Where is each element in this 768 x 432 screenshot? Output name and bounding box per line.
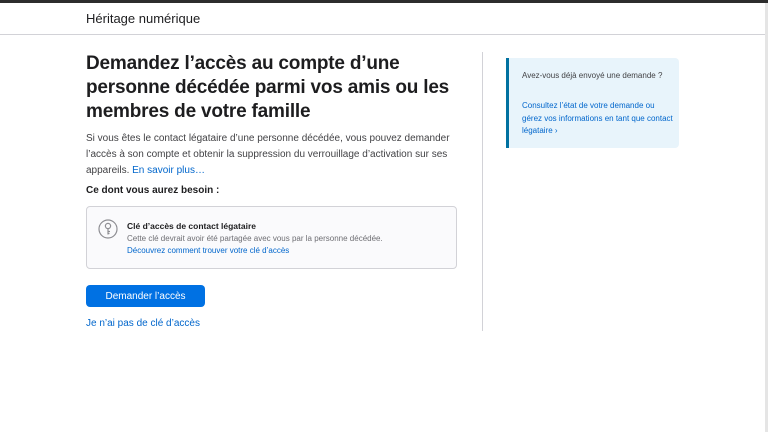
- learn-more-link[interactable]: En savoir plus…: [132, 165, 205, 176]
- needs-label: Ce dont vous aurez besoin :: [86, 185, 220, 196]
- key-card-title: Clé d’accès de contact légataire: [127, 221, 256, 231]
- page-title: Demandez l’accès au compte d’une personn…: [86, 53, 450, 122]
- header-title: Héritage numérique: [86, 11, 201, 26]
- find-key-link[interactable]: Découvrez comment trouver votre clé d’ac…: [127, 246, 289, 255]
- request-access-button[interactable]: Demander l’accès: [86, 285, 205, 307]
- key-icon: [98, 219, 118, 239]
- no-access-key-link[interactable]: Je n’ai pas de clé d’accès: [86, 318, 200, 329]
- access-key-card: Clé d’accès de contact légataire Cette c…: [86, 206, 457, 269]
- column-divider: [482, 52, 483, 331]
- request-status-link[interactable]: Consultez l’état de votre demande ou gér…: [522, 100, 674, 138]
- key-card-description: Cette clé devrait avoir été partagée ave…: [127, 234, 383, 243]
- page-header: Héritage numérique: [0, 3, 765, 35]
- main-content: Demandez l’accès au compte d’une personn…: [86, 52, 458, 329]
- intro-paragraph: Si vous êtes le contact légataire d’une …: [86, 131, 458, 179]
- callout-question: Avez-vous déjà envoyé une demande ?: [522, 71, 663, 80]
- request-status-callout: Avez-vous déjà envoyé une demande ? Cons…: [506, 58, 679, 148]
